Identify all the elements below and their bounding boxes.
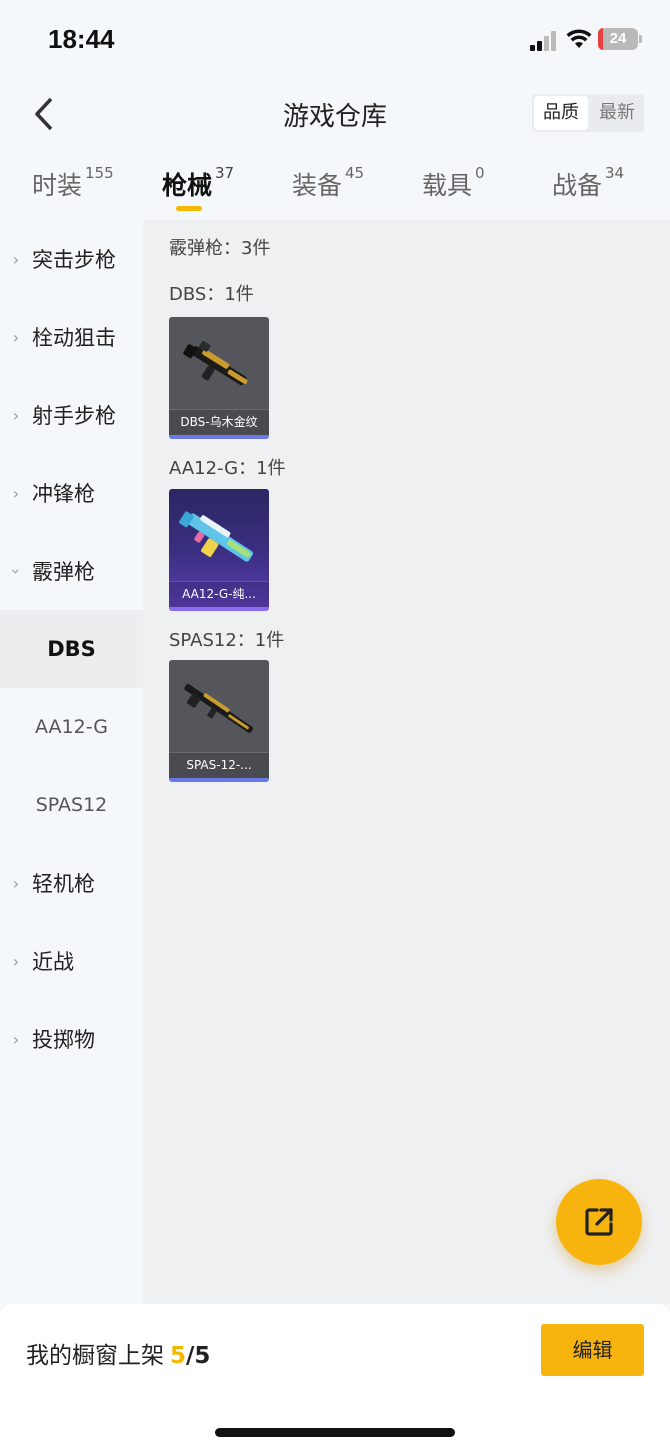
- item-name: DBS-乌木金纹: [169, 409, 269, 435]
- share-icon: [585, 1208, 613, 1236]
- section-title: 霰弹枪：3件: [169, 238, 271, 259]
- category-tabs: 时装 155 枪械 37 装备 45 载具 0 战备 34: [0, 160, 670, 220]
- item-card-dbs[interactable]: DBS-乌木金纹: [169, 317, 269, 439]
- group-title-dbs: DBS：1件: [169, 284, 254, 305]
- sort-quality-button[interactable]: 品质: [534, 96, 588, 130]
- active-tab-indicator: [176, 206, 202, 211]
- battery-icon: 24: [598, 28, 642, 50]
- tab-supplies[interactable]: 战备 34: [552, 164, 624, 202]
- tab-firearms[interactable]: 枪械 37: [162, 164, 234, 202]
- home-indicator[interactable]: [215, 1428, 455, 1437]
- tab-fashion[interactable]: 时装 155: [32, 164, 114, 202]
- chevron-right-icon: ›: [12, 405, 20, 425]
- status-time: 18:44: [48, 24, 115, 54]
- sidebar-subitem-dbs[interactable]: DBS: [0, 610, 143, 688]
- chevron-down-icon: ›: [6, 567, 26, 575]
- sidebar-item-shotgun[interactable]: › 霰弹枪: [0, 532, 143, 610]
- sidebar-subitem-spas12[interactable]: SPAS12: [0, 766, 143, 844]
- edit-button[interactable]: 编辑: [541, 1324, 644, 1376]
- item-card-aa12g[interactable]: AA12-G-纯...: [169, 489, 269, 611]
- bottom-bar: 我的橱窗上架 5/5 编辑: [0, 1304, 670, 1450]
- sidebar-item-throwables[interactable]: › 投掷物: [0, 1000, 143, 1078]
- sort-toggle: 品质 最新: [532, 94, 644, 132]
- showcase-count: 5: [170, 1343, 187, 1369]
- shotgun-image: [183, 341, 248, 386]
- sort-newest-button[interactable]: 最新: [590, 94, 644, 132]
- item-list: 霰弹枪：3件 DBS：1件 DBS-乌木金纹 AA12-G：1件 AA12-G-…: [143, 220, 670, 1304]
- status-bar: 18:44 24: [0, 0, 670, 80]
- sidebar-item-marksman-rifle[interactable]: › 射手步枪: [0, 376, 143, 454]
- showcase-total: /5: [186, 1343, 211, 1369]
- item-name: SPAS-12-...: [169, 752, 269, 778]
- chevron-right-icon: ›: [12, 483, 20, 503]
- chevron-right-icon: ›: [12, 327, 20, 347]
- tab-equipment[interactable]: 装备 45: [292, 164, 364, 202]
- sidebar-subitem-aa12g[interactable]: AA12-G: [0, 688, 143, 766]
- shotgun-image: [179, 511, 253, 562]
- shotgun-image: [184, 683, 254, 733]
- chevron-right-icon: ›: [12, 873, 20, 893]
- chevron-right-icon: ›: [12, 249, 20, 269]
- cellular-signal-icon: [530, 31, 558, 51]
- showcase-status: 我的橱窗上架 5/5: [26, 1343, 211, 1369]
- group-title-spas12: SPAS12：1件: [169, 630, 285, 651]
- wifi-icon: [566, 29, 592, 48]
- sidebar-item-assault-rifle[interactable]: › 突击步枪: [0, 220, 143, 298]
- sidebar: › 突击步枪 › 栓动狙击 › 射手步枪 › 冲锋枪 › 霰弹枪 DBS AA12-G S…: [0, 220, 143, 1304]
- chevron-right-icon: ›: [12, 951, 20, 971]
- chevron-right-icon: ›: [12, 1029, 20, 1049]
- item-card-spas12[interactable]: SPAS-12-...: [169, 660, 269, 782]
- item-name: AA12-G-纯...: [169, 581, 269, 607]
- sidebar-item-smg[interactable]: › 冲锋枪: [0, 454, 143, 532]
- share-button[interactable]: [556, 1179, 642, 1265]
- sidebar-item-bolt-sniper[interactable]: › 栓动狙击: [0, 298, 143, 376]
- tab-vehicles[interactable]: 载具 0: [422, 164, 485, 202]
- group-title-aa12g: AA12-G：1件: [169, 458, 286, 479]
- sidebar-item-lmg[interactable]: › 轻机枪: [0, 844, 143, 922]
- sidebar-item-melee[interactable]: › 近战: [0, 922, 143, 1000]
